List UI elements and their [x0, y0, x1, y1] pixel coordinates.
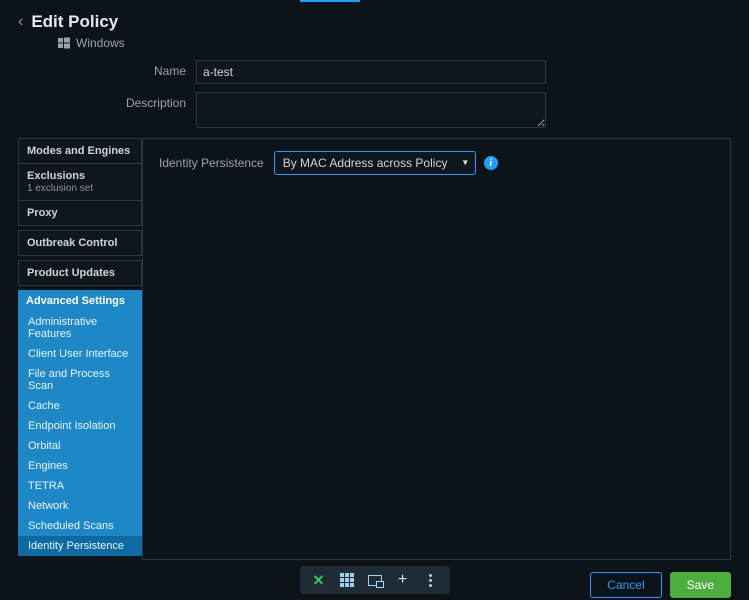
sidebar-adv-item-administrative-features[interactable]: Administrative Features	[18, 312, 142, 344]
sidebar-adv-item-endpoint-isolation[interactable]: Endpoint Isolation	[18, 416, 142, 436]
bottom-toolbar: ✕ +	[300, 566, 450, 594]
sidebar-adv-item-scheduled-scans[interactable]: Scheduled Scans	[18, 516, 142, 536]
name-input[interactable]	[196, 60, 546, 84]
sidebar-item-proxy[interactable]: Proxy	[19, 201, 141, 225]
sidebar-item-outbreak-control[interactable]: Outbreak Control	[18, 230, 142, 256]
toolbar-close-icon[interactable]: ✕	[310, 571, 328, 589]
content-panel: Identity Persistence By MAC Address acro…	[142, 138, 731, 560]
save-button[interactable]: Save	[670, 572, 731, 598]
toolbar-more-icon[interactable]	[422, 571, 440, 589]
page-title: Edit Policy	[31, 12, 118, 32]
sidebar: Modes and Engines Exclusions 1 exclusion…	[18, 138, 142, 560]
info-icon[interactable]: i	[484, 156, 498, 170]
sidebar-adv-item-file-and-process-scan[interactable]: File and Process Scan	[18, 364, 142, 396]
sidebar-item-exclusions-label: Exclusions	[27, 170, 85, 182]
identity-persistence-label: Identity Persistence	[159, 156, 266, 170]
sidebar-item-advanced-settings[interactable]: Advanced Settings	[18, 290, 142, 312]
sidebar-advanced-list: Administrative FeaturesClient User Inter…	[18, 312, 142, 556]
cancel-button[interactable]: Cancel	[590, 572, 661, 598]
sidebar-item-modes-engines[interactable]: Modes and Engines	[19, 139, 141, 164]
sidebar-adv-item-engines[interactable]: Engines	[18, 456, 142, 476]
windows-icon	[58, 37, 70, 49]
back-chevron-icon[interactable]: ‹	[18, 14, 23, 30]
sidebar-adv-item-network[interactable]: Network	[18, 496, 142, 516]
sidebar-adv-item-identity-persistence[interactable]: Identity Persistence	[18, 536, 142, 556]
sidebar-item-exclusions[interactable]: Exclusions 1 exclusion set	[19, 164, 141, 201]
toolbar-plus-icon[interactable]: +	[394, 571, 412, 589]
sidebar-adv-item-cache[interactable]: Cache	[18, 396, 142, 416]
name-label: Name	[18, 60, 196, 78]
description-label: Description	[18, 92, 196, 110]
sidebar-item-exclusions-sub: 1 exclusion set	[27, 183, 133, 194]
toolbar-grid-icon[interactable]	[338, 571, 356, 589]
os-label: Windows	[76, 36, 125, 50]
toolbar-window-icon[interactable]	[366, 571, 384, 589]
identity-persistence-select[interactable]: By MAC Address across Policy	[274, 151, 476, 175]
description-textarea[interactable]	[196, 92, 546, 128]
sidebar-adv-item-orbital[interactable]: Orbital	[18, 436, 142, 456]
sidebar-adv-item-client-user-interface[interactable]: Client User Interface	[18, 344, 142, 364]
sidebar-item-product-updates[interactable]: Product Updates	[18, 260, 142, 286]
sidebar-adv-item-tetra[interactable]: TETRA	[18, 476, 142, 496]
